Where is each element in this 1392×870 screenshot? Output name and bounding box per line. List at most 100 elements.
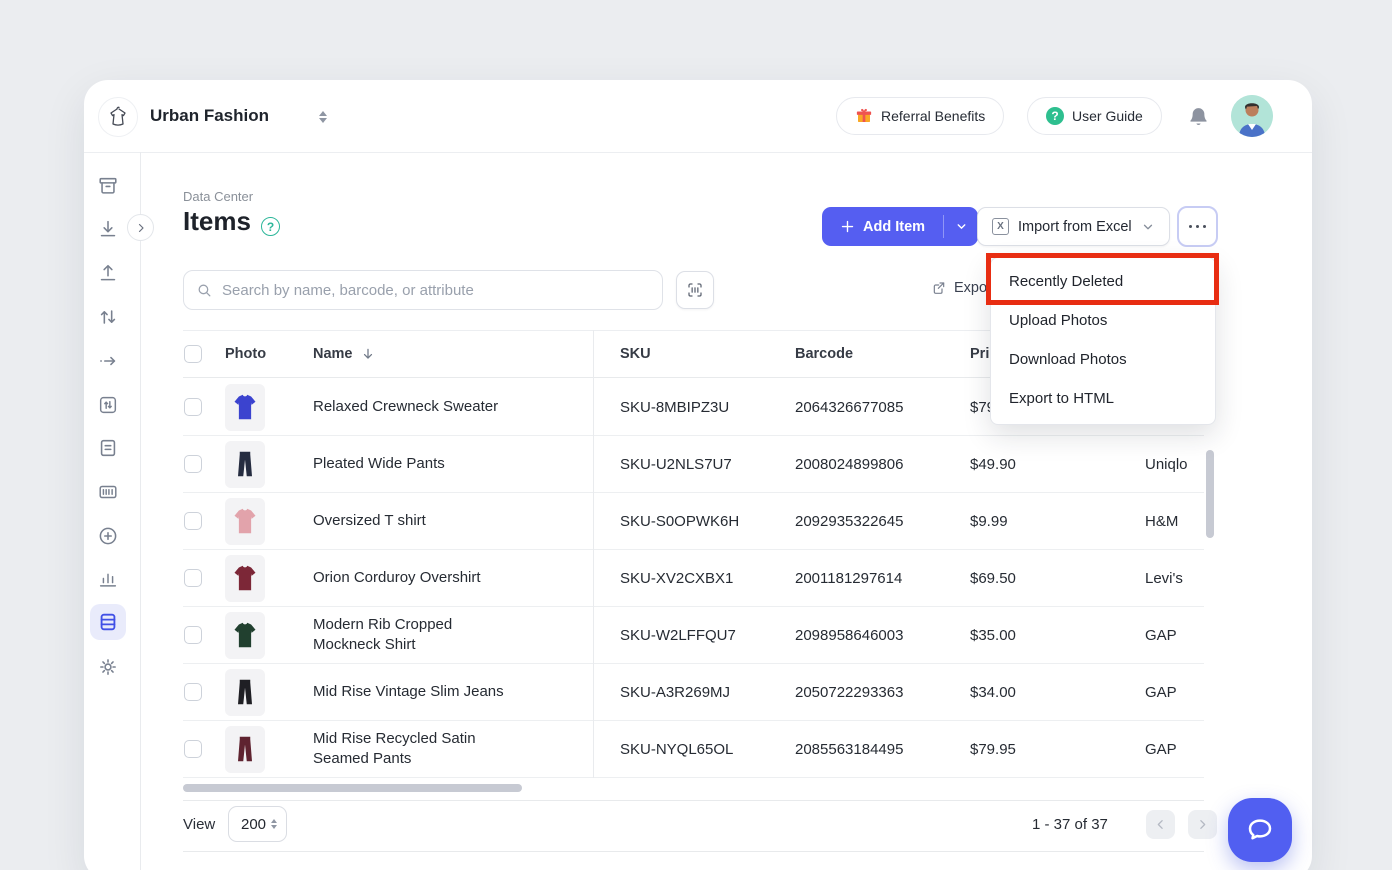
- sidebar-item-check-out[interactable]: [97, 262, 119, 284]
- table-row[interactable]: Modern Rib Cropped Mockneck Shirt SKU-W2…: [183, 607, 1204, 664]
- pagination-range: 1 - 37 of 37: [1032, 816, 1108, 833]
- page-size-value: 200: [241, 816, 266, 833]
- row-checkbox[interactable]: [184, 455, 202, 473]
- barcode-scan-button[interactable]: [676, 271, 714, 309]
- add-item-label: Add Item: [863, 219, 925, 235]
- chevron-down-icon: [955, 220, 968, 233]
- sidebar-item-check-in[interactable]: [97, 218, 119, 240]
- chat-widget-button[interactable]: [1228, 798, 1292, 862]
- column-header-price[interactable]: Pri: [970, 330, 989, 377]
- sidebar-item-package[interactable]: [97, 175, 119, 197]
- download-icon: [97, 218, 119, 240]
- menu-item-export-to-html[interactable]: Export to HTML: [991, 379, 1215, 418]
- more-actions-button[interactable]: [1177, 206, 1218, 247]
- user-guide-button[interactable]: ? User Guide: [1027, 97, 1162, 135]
- item-photo[interactable]: [225, 498, 265, 545]
- table-row[interactable]: Oversized T shirt SKU-S0OPWK6H 209293532…: [183, 493, 1204, 550]
- row-checkbox[interactable]: [184, 683, 202, 701]
- table-row[interactable]: Pleated Wide Pants SKU-U2NLS7U7 20080248…: [183, 436, 1204, 493]
- page-size-select[interactable]: 200: [228, 806, 287, 842]
- referral-benefits-button[interactable]: Referral Benefits: [836, 97, 1004, 135]
- item-price: $9.99: [970, 493, 1008, 549]
- sidebar-item-data-center[interactable]: [90, 604, 126, 640]
- table-row[interactable]: Orion Corduroy Overshirt SKU-XV2CXBX1 20…: [183, 550, 1204, 607]
- avatar[interactable]: [1231, 95, 1273, 137]
- item-name: Mid Rise Vintage Slim Jeans: [313, 664, 508, 720]
- search-box[interactable]: [183, 270, 663, 310]
- item-brand: H&M: [1145, 493, 1178, 549]
- sidebar-item-transfer[interactable]: [97, 306, 119, 328]
- plus-icon: [840, 219, 855, 234]
- menu-item-download-photos[interactable]: Download Photos: [991, 340, 1215, 379]
- transfer-arrows-icon: [97, 306, 119, 328]
- sidebar-item-barcode[interactable]: [97, 481, 119, 503]
- row-checkbox[interactable]: [184, 626, 202, 644]
- item-photo[interactable]: [225, 669, 265, 716]
- item-barcode: 2008024899806: [795, 436, 903, 492]
- referral-benefits-label: Referral Benefits: [881, 108, 985, 124]
- sidebar-item-move[interactable]: [97, 350, 119, 372]
- box-arrows-icon: [97, 394, 119, 416]
- add-item-dropdown-toggle[interactable]: [944, 207, 978, 246]
- table-row[interactable]: Mid Rise Recycled Satin Seamed Pants SKU…: [183, 721, 1204, 778]
- company-logo[interactable]: [98, 97, 138, 137]
- item-photo[interactable]: [225, 555, 265, 602]
- next-page-button[interactable]: [1188, 810, 1217, 839]
- notifications-button[interactable]: [1186, 104, 1211, 136]
- sidebar-item-settings[interactable]: [97, 656, 119, 678]
- package-icon: [97, 175, 119, 197]
- item-brand: GAP: [1145, 664, 1177, 720]
- item-barcode: 2064326677085: [795, 379, 903, 435]
- previous-page-button[interactable]: [1146, 810, 1175, 839]
- row-checkbox[interactable]: [184, 512, 202, 530]
- item-price: $34.00: [970, 664, 1016, 720]
- import-from-excel-button[interactable]: X Import from Excel: [977, 207, 1170, 246]
- add-item-button[interactable]: Add Item: [822, 207, 978, 246]
- menu-item-recently-deleted[interactable]: Recently Deleted: [991, 262, 1215, 301]
- item-photo[interactable]: [225, 384, 265, 431]
- company-switcher[interactable]: [317, 107, 329, 127]
- row-checkbox[interactable]: [184, 398, 202, 416]
- column-header-name[interactable]: Name: [313, 330, 376, 377]
- item-photo[interactable]: [225, 726, 265, 773]
- column-header-barcode[interactable]: Barcode: [795, 330, 853, 377]
- items-help-icon[interactable]: ?: [261, 217, 280, 236]
- import-from-excel-label: Import from Excel: [1018, 219, 1132, 235]
- row-checkbox[interactable]: [184, 740, 202, 758]
- select-all-checkbox[interactable]: [184, 345, 202, 363]
- sidebar-expand-button[interactable]: [127, 214, 154, 241]
- horizontal-scrollbar[interactable]: [183, 784, 522, 792]
- item-sku: SKU-A3R269MJ: [620, 664, 730, 720]
- item-sku: SKU-U2NLS7U7: [620, 436, 732, 492]
- search-icon: [196, 282, 213, 299]
- item-barcode: 2085563184495: [795, 721, 903, 777]
- plus-circle-icon: [97, 525, 119, 547]
- item-photo[interactable]: [225, 441, 265, 488]
- page-title: Items: [183, 206, 251, 237]
- sidebar-divider: [140, 152, 141, 870]
- user-guide-label: User Guide: [1072, 108, 1143, 124]
- sidebar-item-reports[interactable]: [97, 568, 119, 590]
- sidebar-item-create[interactable]: [97, 525, 119, 547]
- excel-icon: X: [992, 218, 1009, 235]
- item-sku: SKU-NYQL65OL: [620, 721, 733, 777]
- item-sku: SKU-W2LFFQU7: [620, 607, 736, 663]
- export-button[interactable]: Expo: [931, 280, 987, 296]
- row-checkbox[interactable]: [184, 569, 202, 587]
- chevron-right-icon: [1196, 818, 1209, 831]
- company-name: Urban Fashion: [150, 106, 269, 126]
- column-header-photo[interactable]: Photo: [225, 330, 266, 377]
- item-name: Relaxed Crewneck Sweater: [313, 379, 508, 435]
- table-row[interactable]: Mid Rise Vintage Slim Jeans SKU-A3R269MJ…: [183, 664, 1204, 721]
- vertical-scrollbar[interactable]: [1206, 450, 1214, 538]
- search-input[interactable]: [222, 282, 650, 299]
- item-name: Modern Rib Cropped Mockneck Shirt: [313, 607, 508, 663]
- frozen-column-divider: [593, 330, 594, 778]
- ellipsis-icon: [1189, 225, 1193, 229]
- menu-item-upload-photos[interactable]: Upload Photos: [991, 301, 1215, 340]
- item-photo[interactable]: [225, 612, 265, 659]
- sidebar-item-adjust[interactable]: [97, 394, 119, 416]
- sidebar-item-notes[interactable]: [97, 437, 119, 459]
- barcode-icon: [97, 481, 119, 503]
- column-header-sku[interactable]: SKU: [620, 330, 651, 377]
